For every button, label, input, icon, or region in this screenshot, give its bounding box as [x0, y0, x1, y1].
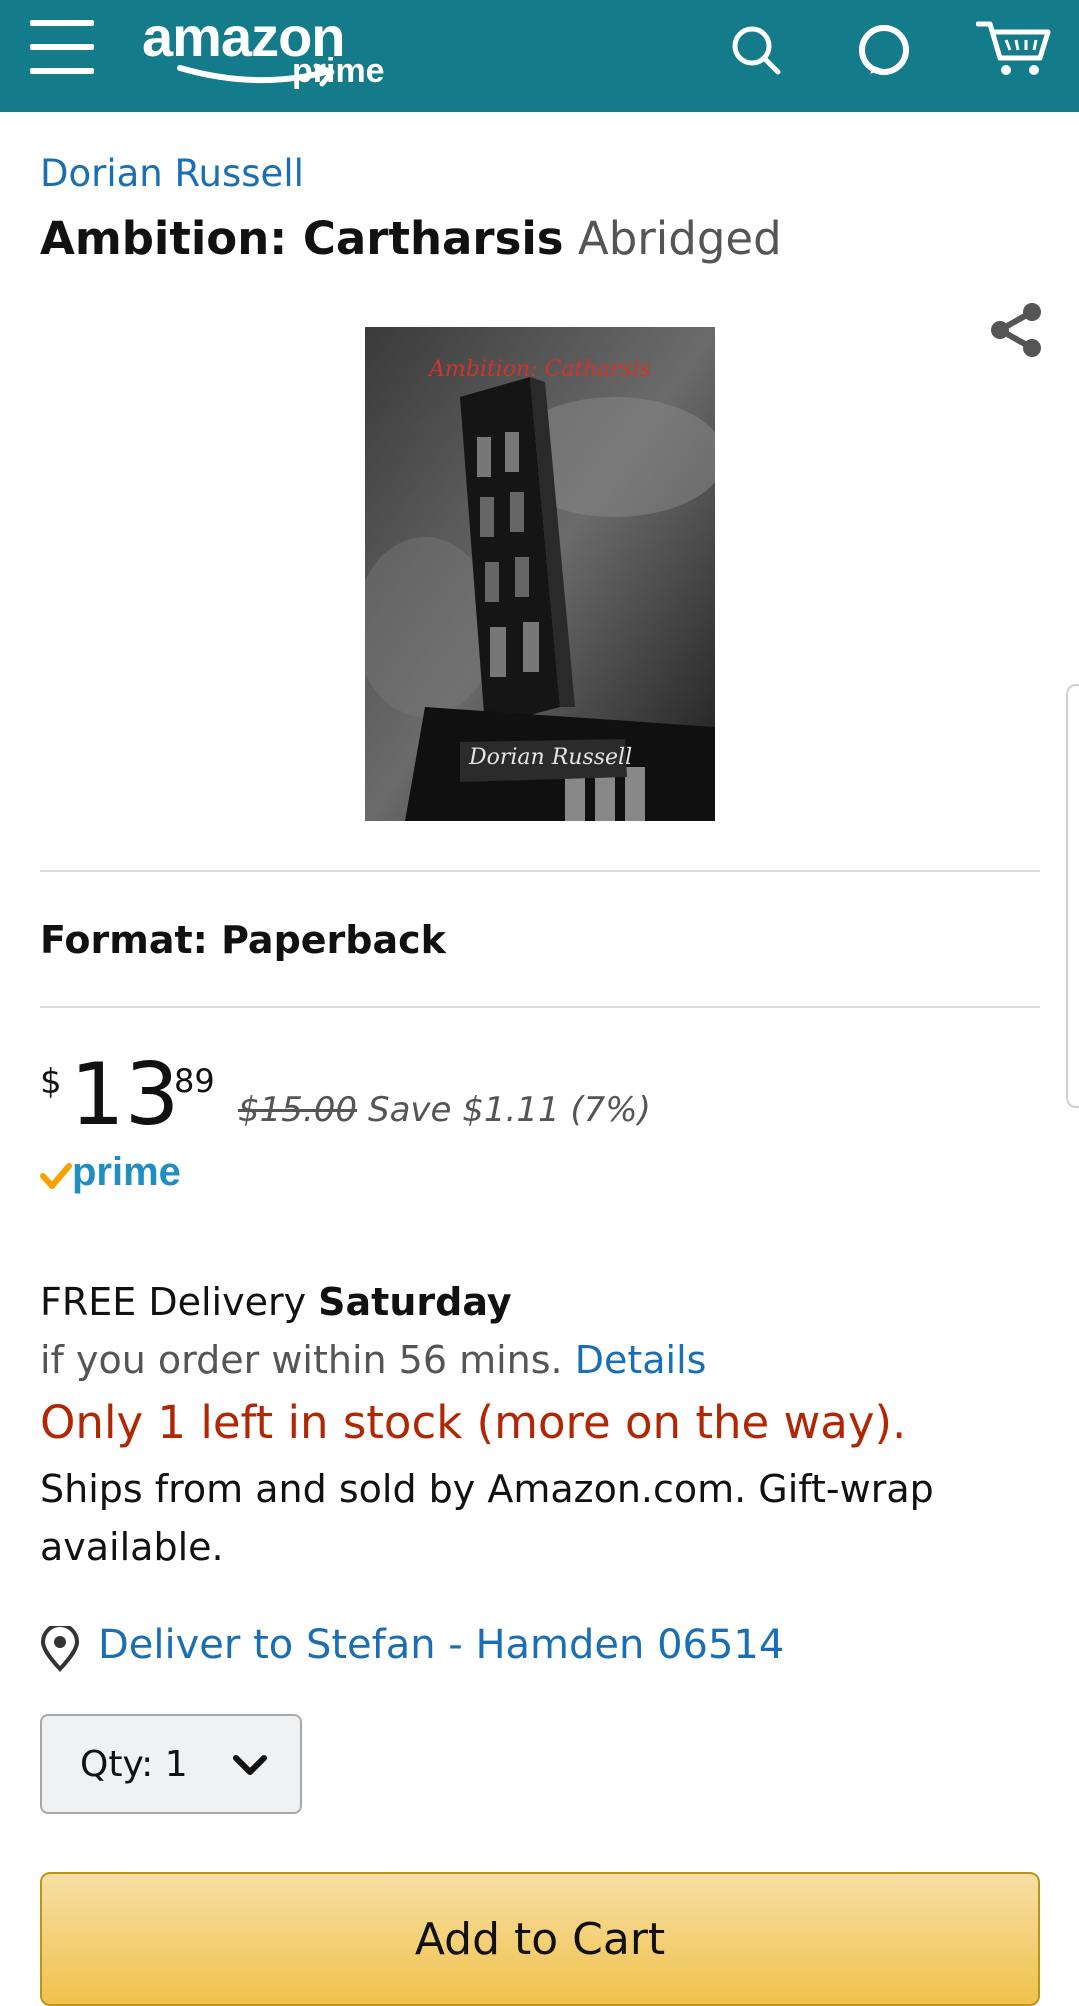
delivery-day: Saturday	[318, 1280, 512, 1324]
delivery-prefix: FREE Delivery	[40, 1280, 319, 1324]
author-link[interactable]: Dorian Russell	[40, 152, 304, 195]
menu-icon[interactable]	[30, 20, 96, 74]
qty-value: 1	[164, 1744, 188, 1785]
location-pin-icon	[40, 1626, 80, 1672]
edition-text: Abridged	[577, 212, 782, 265]
qty-label: Qty:	[80, 1744, 154, 1785]
logo-subtext: prime	[292, 52, 385, 90]
order-within-line: if you order within 56 mins. Details	[40, 1338, 706, 1382]
alexa-icon[interactable]	[856, 22, 912, 78]
format-label: Format: Paperback	[40, 918, 446, 962]
prime-label: prime	[72, 1150, 181, 1194]
details-link[interactable]: Details	[575, 1338, 707, 1382]
add-to-cart-button[interactable]: Add to Cart	[40, 1872, 1040, 2006]
delivery-line: FREE Delivery Saturday	[40, 1280, 512, 1324]
ships-from-text: Ships from and sold by Amazon.com. Gift-…	[40, 1467, 934, 1569]
share-icon[interactable]	[986, 300, 1046, 360]
add-to-cart-label: Add to Cart	[414, 1914, 666, 1965]
product-title: Ambition: Cartharsis Abridged	[40, 212, 782, 265]
quantity-select[interactable]: Qty: 1	[40, 1714, 302, 1814]
amazon-prime-logo[interactable]: amazon prime	[142, 4, 422, 104]
price-whole: 13	[70, 1045, 180, 1145]
title-text: Ambition: Cartharsis	[40, 212, 564, 265]
list-price: $15.00	[238, 1090, 357, 1130]
cart-icon[interactable]	[976, 18, 1052, 78]
order-within-text: if you order within 56 mins.	[40, 1338, 563, 1382]
book-cover-image[interactable]: Ambition: Catharsis Dorian Russell	[365, 327, 715, 821]
deliver-to-text: Deliver to Stefan - Hamden 06514	[98, 1622, 785, 1668]
scroll-handle[interactable]	[1066, 684, 1079, 1108]
price-fraction: 89	[174, 1062, 215, 1100]
chevron-down-icon	[233, 1755, 267, 1775]
savings-text: Save $1.11 (7%)	[368, 1090, 651, 1130]
price-currency: $	[40, 1062, 62, 1102]
divider	[40, 1006, 1040, 1008]
qty-text: Qty: 1	[80, 1744, 188, 1785]
cover-author: Dorian Russell	[469, 745, 633, 770]
divider	[40, 870, 1040, 872]
top-header: amazon prime	[0, 0, 1079, 112]
stock-status: Only 1 left in stock (more on the way).	[40, 1396, 907, 1449]
search-icon[interactable]	[728, 22, 784, 78]
prime-check-icon	[40, 1163, 72, 1189]
cover-title: Ambition: Catharsis	[429, 357, 651, 382]
